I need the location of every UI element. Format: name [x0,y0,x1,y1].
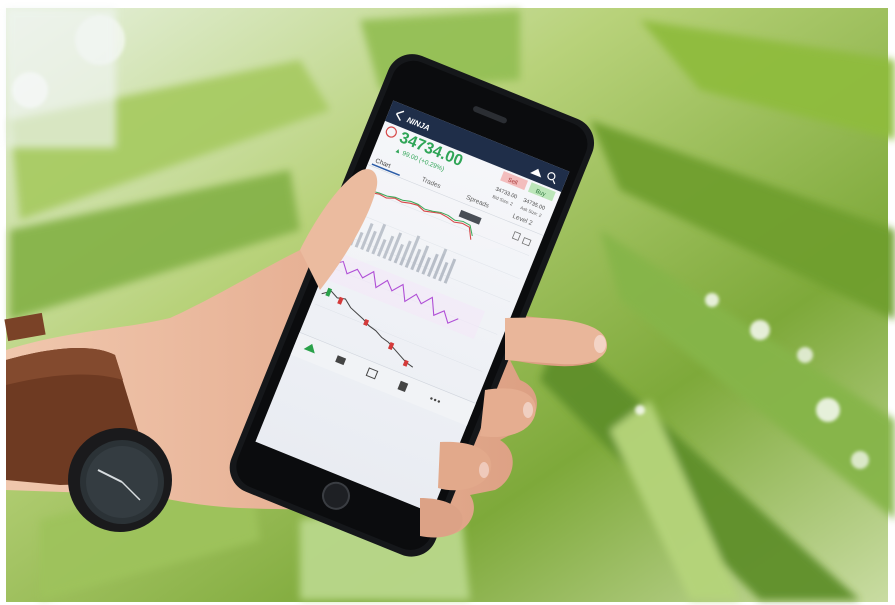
photo-scene: NINJA 34734.00 ▲ 99.00 (+0.29%) Sell Buy… [0,0,895,605]
